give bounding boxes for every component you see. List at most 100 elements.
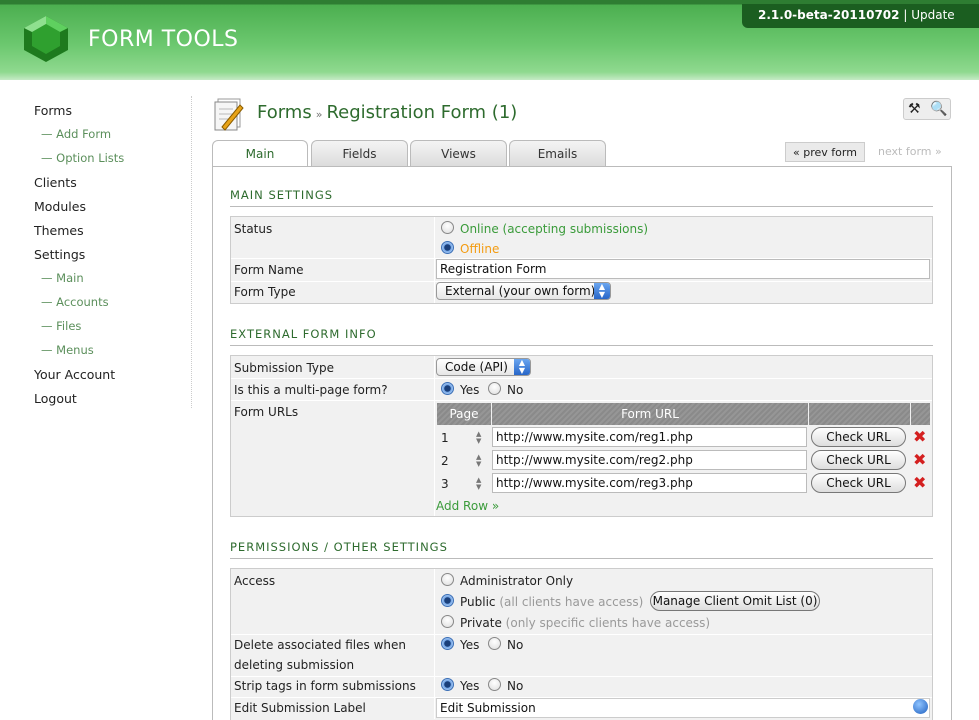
prev-form-button[interactable]: « prev form [785,142,865,162]
delete-files-label-line-2: deleting submission [234,658,355,672]
delete-files-yes-radio[interactable] [441,637,454,650]
sidebar-item-main[interactable]: — Main [41,271,84,285]
row-divider [231,676,932,677]
form-url-input[interactable]: http://www.mysite.com/reg2.php [492,450,807,470]
column-header-delete [911,403,930,425]
access-label: Access [234,574,276,588]
sidebar-item-forms[interactable]: Forms [34,103,72,118]
search-icon[interactable]: 🔍 [930,101,947,117]
status-offline-radio[interactable] [441,241,454,254]
multipage-label: Is this a multi-page form? [234,383,388,397]
tab-main[interactable]: Main [212,140,308,167]
tools-icon[interactable]: ⚒ [908,101,921,117]
sidebar-item-modules[interactable]: Modules [34,199,86,214]
tab-views[interactable]: Views [410,140,507,166]
status-label: Status [234,222,273,236]
check-url-button[interactable]: Check URL [811,473,906,493]
sidebar-item-accounts[interactable]: — Accounts [41,295,109,309]
access-admin-label[interactable]: Administrator Only [460,574,573,588]
sidebar-item-option-lists[interactable]: — Option Lists [41,151,124,165]
form-name-label: Form Name [234,263,304,277]
form-url-input[interactable]: http://www.mysite.com/reg3.php [492,473,807,493]
stepper-icon[interactable]: ▲ ▼ [476,431,486,445]
sidebar-item-themes[interactable]: Themes [34,223,84,238]
check-url-button[interactable]: Check URL [811,450,906,470]
edit-submission-label-input[interactable]: Edit Submission [436,698,930,718]
next-form-button: next form » [878,145,942,158]
page-title: Forms» Registration Form (1) [257,102,517,123]
logo-gem-icon [24,16,68,62]
stepper-icon[interactable]: ▲ ▼ [476,454,486,468]
version-label: 2.1.0-beta-20110702 [758,8,900,22]
chevron-updown-icon: ▲ ▼ [514,359,530,375]
access-private-label[interactable]: Private (only specific clients have acce… [460,616,710,630]
globe-icon[interactable] [913,699,928,714]
row-divider [231,378,932,379]
form-type-label: Form Type [234,285,296,299]
section-title-permissions: PERMISSIONS / OTHER SETTINGS [230,540,448,554]
sidebar-item-your-account[interactable]: Your Account [34,367,115,382]
multipage-no-radio[interactable] [488,382,501,395]
submission-type-select[interactable]: Code (API) ▲ ▼ [436,358,531,376]
access-public-note: (all clients have access) [499,595,644,609]
tab-emails[interactable]: Emails [509,140,606,166]
forms-page-icon [214,98,244,131]
strip-tags-yes-label[interactable]: Yes [460,679,479,693]
status-online-radio[interactable] [441,221,454,234]
title-form-name: Registration Form (1) [326,102,518,123]
delete-row-icon[interactable]: ✖ [913,452,926,468]
add-row-link[interactable]: Add Row » [436,499,499,513]
check-url-button[interactable]: Check URL [811,427,906,447]
access-admin-radio[interactable] [441,573,454,586]
multipage-no-label[interactable]: No [507,383,523,397]
access-public-text: Public [460,595,496,609]
access-private-note: (only specific clients have access) [505,616,711,630]
strip-tags-no-label[interactable]: No [507,679,523,693]
section-title-main-settings: MAIN SETTINGS [230,188,334,202]
multipage-yes-label[interactable]: Yes [460,383,479,397]
access-private-text: Private [460,616,502,630]
sidebar-item-files[interactable]: — Files [41,319,81,333]
section-divider [230,345,933,346]
manage-client-omit-list-button[interactable]: Manage Client Omit List (0) [650,591,820,611]
form-url-input[interactable]: http://www.mysite.com/reg1.php [492,427,807,447]
column-divider [434,356,435,516]
status-online-label[interactable]: Online (accepting submissions) [460,222,648,236]
stepper-icon[interactable]: ▲ ▼ [476,477,486,491]
access-public-radio[interactable] [441,594,454,607]
access-public-label[interactable]: Public (all clients have access) [460,595,643,609]
submission-type-value: Code (API) [445,360,508,374]
form-name-input[interactable]: Registration Form [436,259,930,279]
sidebar-item-add-form[interactable]: — Add Form [41,127,111,141]
multipage-yes-radio[interactable] [441,382,454,395]
column-divider [434,217,435,303]
delete-files-no-radio[interactable] [488,637,501,650]
column-header-check [809,403,910,425]
submission-type-label: Submission Type [234,361,335,375]
title-section-link[interactable]: Forms [257,102,312,123]
strip-tags-yes-radio[interactable] [441,678,454,691]
form-type-select[interactable]: External (your own form) ▲ ▼ [436,282,611,300]
chevron-updown-icon: ▲ ▼ [594,283,610,299]
delete-files-no-label[interactable]: No [507,638,523,652]
form-type-value: External (your own form) [445,284,596,298]
sidebar-item-menus[interactable]: — Menus [41,343,94,357]
delete-row-icon[interactable]: ✖ [913,429,926,445]
sidebar-item-logout[interactable]: Logout [34,391,77,406]
delete-files-label-line-1: Delete associated files when [234,638,406,652]
row-divider [231,400,932,401]
section-divider [230,206,933,207]
sidebar-item-settings[interactable]: Settings [34,247,85,262]
access-private-radio[interactable] [441,615,454,628]
strip-tags-no-radio[interactable] [488,678,501,691]
section-title-external-form-info: EXTERNAL FORM INFO [230,327,377,341]
status-offline-label[interactable]: Offline [460,242,499,256]
sidebar-item-clients[interactable]: Clients [34,175,77,190]
tab-fields[interactable]: Fields [311,140,408,166]
form-urls-label: Form URLs [234,405,299,419]
tool-buttons: ⚒ 🔍 [903,98,951,120]
delete-row-icon[interactable]: ✖ [913,475,926,491]
update-link[interactable]: Update [911,8,954,22]
delete-files-yes-label[interactable]: Yes [460,638,479,652]
logo-text: FORM TOOLS [88,27,239,52]
